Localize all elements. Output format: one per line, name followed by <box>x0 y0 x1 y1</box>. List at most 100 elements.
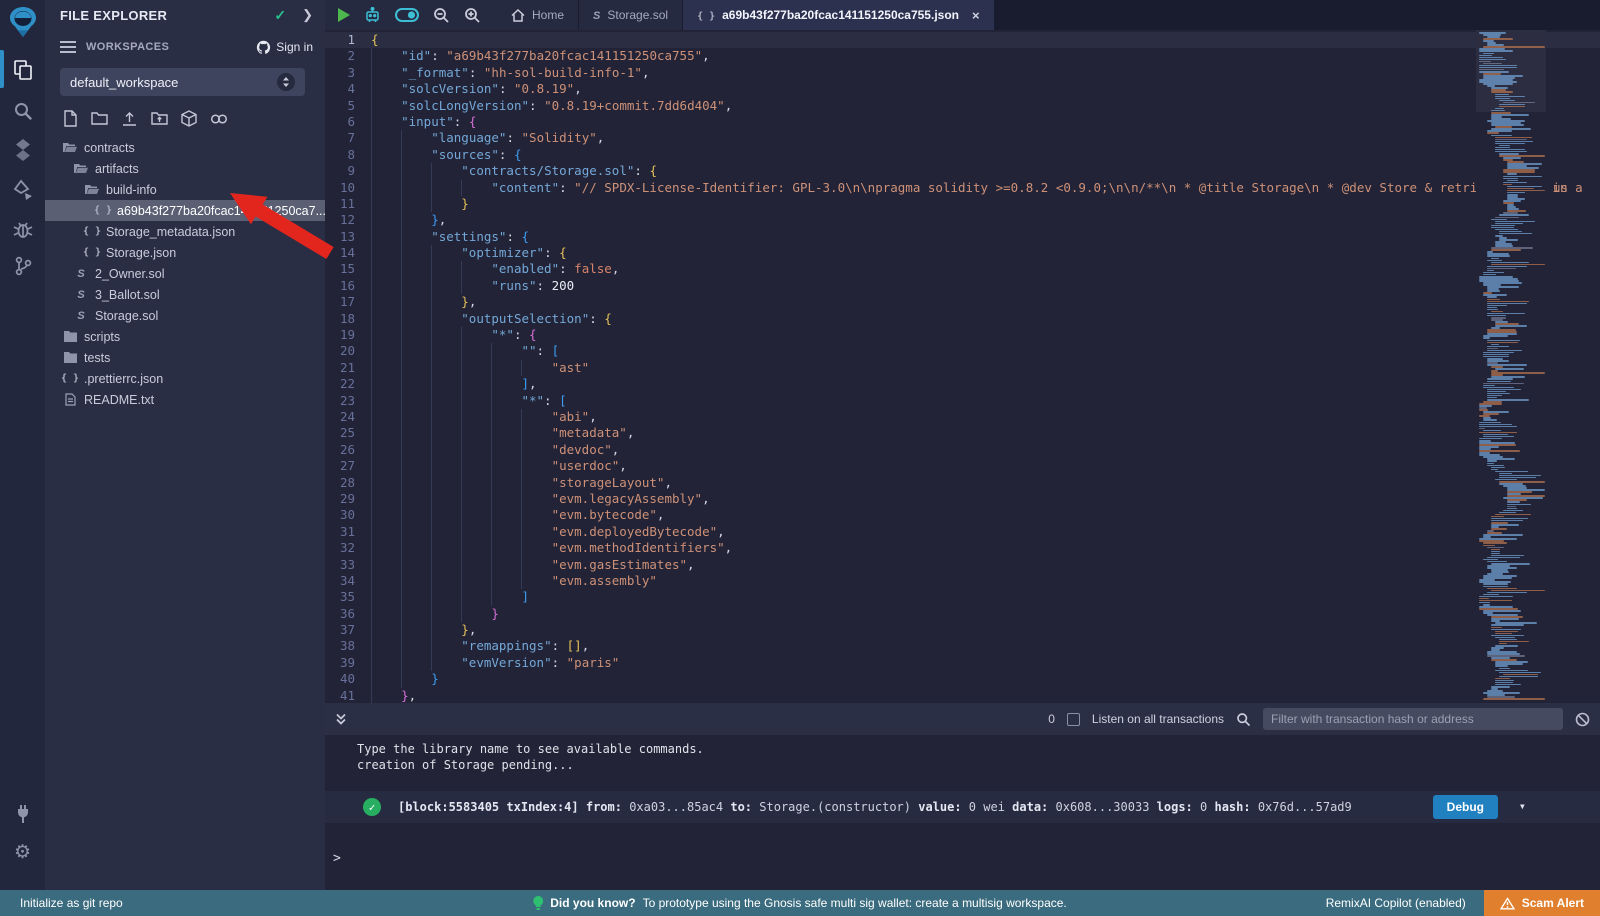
link-icon[interactable] <box>210 112 228 126</box>
transaction-log-row[interactable]: ✓ [block:5583405 txIndex:4] from: 0xa03.… <box>325 791 1600 823</box>
tab-home[interactable]: Home <box>497 0 579 30</box>
clear-console-icon[interactable] <box>1575 712 1590 727</box>
solidity-icon: S <box>74 310 88 322</box>
line-number: 19 <box>325 327 371 343</box>
line-number: 1 <box>325 32 371 48</box>
code-line-39: 39"evmVersion": "paris" <box>325 655 1600 671</box>
line-number: 8 <box>325 147 371 163</box>
code-line-12: 12}, <box>325 212 1600 228</box>
check-icon: ✓ <box>274 7 286 24</box>
sidebar-item-search[interactable] <box>0 93 45 129</box>
line-number: 26 <box>325 442 371 458</box>
remix-logo[interactable] <box>0 6 45 42</box>
upload-file-icon[interactable] <box>121 111 138 127</box>
tree-item-label: Storage.json <box>106 246 176 260</box>
line-number: 25 <box>325 425 371 441</box>
tree-item-readme-txt[interactable]: README.txt <box>45 389 325 410</box>
tab-storage-sol[interactable]: SStorage.sol <box>579 0 683 30</box>
tab-a69b43f277ba20fcac141151250ca755-json[interactable]: { }a69b43f277ba20fcac141151250ca755.json… <box>683 0 995 30</box>
code-line-37: 37}, <box>325 622 1600 638</box>
terminal-toolbar: 0 Listen on all transactions <box>325 703 1600 735</box>
activity-bar: ⚙ <box>0 0 45 890</box>
line-number: 37 <box>325 622 371 638</box>
tree-item-artifacts[interactable]: artifacts <box>45 158 325 179</box>
tree-item-label: artifacts <box>95 162 139 176</box>
chevron-right-icon[interactable]: ❯ <box>302 7 313 23</box>
terminal-prompt[interactable]: > <box>325 851 1600 866</box>
minimap[interactable] <box>1476 30 1546 703</box>
cube-icon[interactable] <box>181 110 197 127</box>
ai-assistant-robot-icon[interactable] <box>364 7 381 24</box>
code-line-4: 4"solcVersion": "0.8.19", <box>325 81 1600 97</box>
close-icon[interactable]: × <box>972 8 980 23</box>
tree-item-contracts[interactable]: contracts <box>45 137 325 158</box>
workspace-select[interactable]: default_workspace <box>60 68 305 96</box>
panel-title: FILE EXPLORER <box>60 8 274 23</box>
workspaces-menu-icon[interactable] <box>60 41 76 53</box>
line-number: 41 <box>325 688 371 703</box>
terminal-log-line: Type the library name to see available c… <box>325 741 1600 757</box>
line-number: 7 <box>325 130 371 146</box>
plugin-manager-icon[interactable] <box>0 796 45 832</box>
line-number: 22 <box>325 376 371 392</box>
line-number: 15 <box>325 261 371 277</box>
listen-all-transactions-checkbox[interactable] <box>1067 713 1080 726</box>
tree-item--prettierrc-json[interactable]: { }.prettierrc.json <box>45 368 325 389</box>
terminal-collapse-icon[interactable] <box>335 713 347 726</box>
tree-item-storage-json[interactable]: { }Storage.json <box>45 242 325 263</box>
copilot-toggle-icon[interactable] <box>395 8 419 22</box>
github-icon <box>256 40 271 55</box>
github-signin-button[interactable]: Sign in <box>256 40 313 55</box>
tree-item-2-owner-sol[interactable]: S2_Owner.sol <box>45 263 325 284</box>
tree-item-storage-sol[interactable]: SStorage.sol <box>45 305 325 326</box>
upload-folder-icon[interactable] <box>151 111 168 126</box>
code-line-27: 27"userdoc", <box>325 458 1600 474</box>
tree-item-label: README.txt <box>84 393 154 407</box>
json-icon: { } <box>85 226 99 237</box>
json-icon: { } <box>697 8 715 22</box>
tree-item-build-info[interactable]: build-info <box>45 179 325 200</box>
sidebar-item-git[interactable] <box>0 248 45 284</box>
code-line-36: 36} <box>325 606 1600 622</box>
solidity-icon: S <box>74 268 88 280</box>
code-line-21: 21"ast" <box>325 360 1600 376</box>
new-folder-icon[interactable] <box>91 111 108 126</box>
debug-button[interactable]: Debug <box>1433 795 1498 819</box>
code-line-33: 33"evm.gasEstimates", <box>325 557 1600 573</box>
sidebar-item-solidity-compiler[interactable] <box>0 132 45 168</box>
sidebar-item-deploy-run[interactable] <box>0 172 45 208</box>
tree-item-3-ballot-sol[interactable]: S3_Ballot.sol <box>45 284 325 305</box>
remix-ide-window: ⚙ FILE EXPLORER ✓ ❯ WORKSPACES Sign in d… <box>0 0 1600 916</box>
zoom-out-icon[interactable] <box>433 7 450 24</box>
line-number: 9 <box>325 163 371 179</box>
tree-item-label: Storage_metadata.json <box>106 225 235 239</box>
did-you-know-tip: Did you know? To prototype using the Gno… <box>533 896 1067 911</box>
code-line-17: 17}, <box>325 294 1600 310</box>
folder-icon <box>63 331 77 342</box>
tree-item-a69b43f277ba20fcac141151250ca7-[interactable]: { }a69b43f277ba20fcac141151250ca7... <box>45 200 325 221</box>
run-script-icon[interactable] <box>337 8 350 22</box>
terminal-search-icon[interactable] <box>1236 712 1251 727</box>
sidebar-item-debugger[interactable] <box>0 211 45 247</box>
new-file-icon[interactable] <box>63 110 78 127</box>
line-number: 27 <box>325 458 371 474</box>
line-number: 6 <box>325 114 371 130</box>
tree-item-scripts[interactable]: scripts <box>45 326 325 347</box>
tree-item-storage-metadata-json[interactable]: { } Storage_metadata.json <box>45 221 325 242</box>
code-line-29: 29"evm.legacyAssembly", <box>325 491 1600 507</box>
copilot-status[interactable]: RemixAI Copilot (enabled) <box>1326 896 1466 910</box>
transaction-filter-input[interactable] <box>1263 708 1563 730</box>
line-number: 12 <box>325 212 371 228</box>
tree-item-tests[interactable]: tests <box>45 347 325 368</box>
code-line-28: 28"storageLayout", <box>325 475 1600 491</box>
git-init-button[interactable]: Initialize as git repo <box>20 896 123 910</box>
code-line-35: 35] <box>325 589 1600 605</box>
sidebar-item-file-explorer[interactable] <box>0 52 45 88</box>
zoom-in-icon[interactable] <box>464 7 481 24</box>
tx-expand-chevron-icon[interactable]: ▾ <box>1519 799 1526 813</box>
scam-alert-button[interactable]: Scam Alert <box>1484 890 1600 916</box>
settings-gear-icon[interactable]: ⚙ <box>0 834 45 870</box>
line-number: 35 <box>325 589 371 605</box>
code-line-30: 30"evm.bytecode", <box>325 507 1600 523</box>
code-editor[interactable]: 1{2"id": "a69b43f277ba20fcac141151250ca7… <box>325 30 1600 703</box>
